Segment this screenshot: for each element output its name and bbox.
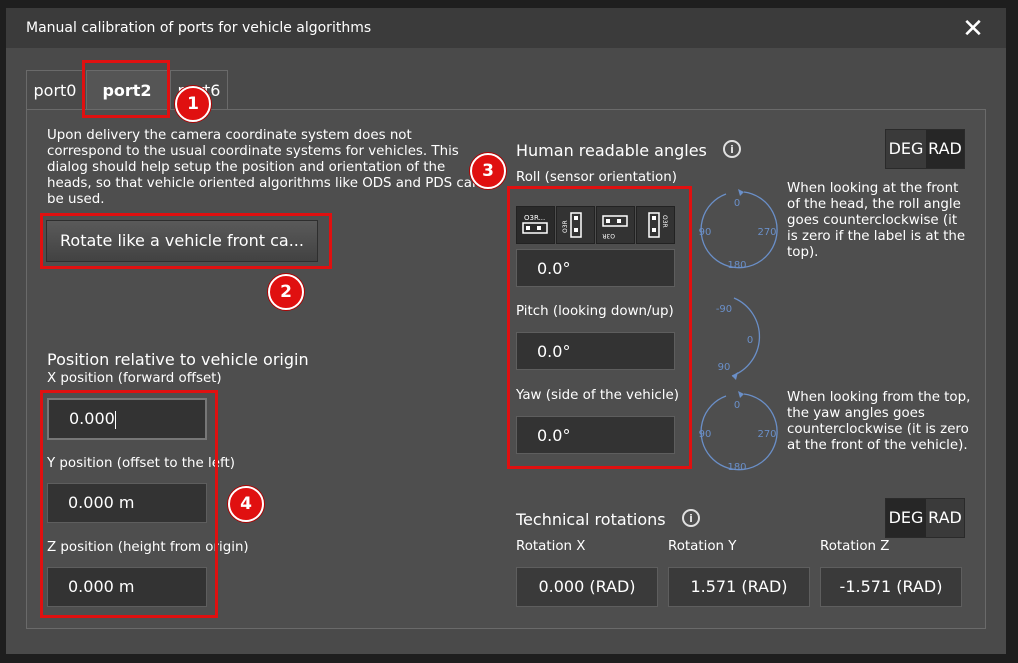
sensor-orientation-270-icon: O3R [648,212,668,238]
technical-rad-button[interactable]: RAD [926,499,964,537]
yaw-dial-270-label: 270 [757,429,776,440]
sensor-orientation-0-icon: O3R... [522,214,548,234]
y-position-value: 0.000 m [68,493,135,512]
yaw-dial-icon: 0 90 270 180 [699,391,778,473]
sensor-orientation-90-icon: O3R [562,212,582,238]
pitch-dial-0-label: 0 [747,335,753,346]
roll-dial-270-label: 270 [757,227,776,238]
roll-label: Roll (sensor orientation) [516,170,677,185]
calibration-dialog: Manual calibration of ports for vehicle … [6,8,1006,654]
pitch-value: 0.0° [537,342,571,361]
sensor-orientation-180-icon: O3R [602,215,628,239]
roll-value: 0.0° [537,259,571,278]
rotate-vehicle-front-button[interactable]: Rotate like a vehicle front ca... [46,220,318,262]
orientation-90-button[interactable]: O3R [556,206,595,244]
z-position-value: 0.000 m [68,577,135,596]
rotation-z-value: -1.571 (RAD) [839,577,943,596]
yaw-input[interactable]: 0.0° [516,416,675,454]
tab-port2-label: port2 [102,81,152,100]
x-position-label: X position (forward offset) [47,371,222,386]
info-icon[interactable]: i [723,140,741,158]
z-position-label: Z position (height from origin) [47,540,249,555]
yaw-dial-0-label: 0 [734,400,740,411]
tab-port0[interactable]: port0 [26,70,84,110]
text-cursor [114,410,116,429]
svg-text:O3R: O3R [661,215,668,228]
dialog-title: Manual calibration of ports for vehicle … [26,20,372,36]
yaw-description: When looking from the top, the yaw angle… [787,390,971,453]
title-bar: Manual calibration of ports for vehicle … [6,8,1006,48]
yaw-value: 0.0° [537,426,571,445]
yaw-dial-90-label: 90 [699,429,712,440]
roll-input[interactable]: 0.0° [516,249,675,287]
technical-info-icon[interactable]: i [682,509,700,527]
position-section-title: Position relative to vehicle origin [47,350,309,369]
angles-deg-button[interactable]: DEG [886,130,926,168]
orientation-180-button[interactable]: O3R [596,206,635,244]
technical-deg-button[interactable]: DEG [886,499,926,537]
y-position-label: Y position (offset to the left) [47,456,235,471]
annotation-badge-4: 4 [228,486,264,522]
x-position-input[interactable]: 0.000 [47,398,207,440]
tab-port2[interactable]: port2 [86,70,168,110]
orientation-0-text: O3R... [524,214,545,222]
svg-text:O3R: O3R [602,232,615,239]
annotation-badge-2: 2 [268,274,304,310]
pitch-dial-minus90-label: -90 [716,304,732,315]
intro-text: Upon delivery the camera coordinate syst… [47,128,481,207]
pitch-label: Pitch (looking down/up) [516,304,674,319]
annotation-badge-3: 3 [470,153,506,189]
roll-dial-90-label: 90 [699,227,712,238]
rotate-button-label: Rotate like a vehicle front ca... [60,231,304,250]
technical-section-title: Technical rotations [516,510,666,529]
annotation-badge-1: 1 [175,86,211,122]
orientation-270-button[interactable]: O3R [636,206,675,244]
rotation-x-field: 0.000 (RAD) [516,567,658,607]
rotation-x-value: 0.000 (RAD) [538,577,636,596]
roll-dial-0-label: 0 [734,198,740,209]
rotation-y-field: 1.571 (RAD) [668,567,810,607]
angles-rad-button[interactable]: RAD [926,130,964,168]
orientation-0-button[interactable]: O3R... [516,206,555,244]
svg-text:O3R: O3R [562,220,569,233]
pitch-dial-90-label: 90 [718,362,731,373]
close-icon[interactable]: ✕ [958,14,988,44]
roll-dial-icon: 0 90 270 180 [699,189,778,271]
z-position-input[interactable]: 0.000 m [47,567,207,607]
pitch-dial-icon: -90 0 90 [716,297,761,380]
angles-section-title: Human readable angles [516,141,707,160]
tab-port0-label: port0 [33,81,77,100]
rotation-z-field: -1.571 (RAD) [820,567,962,607]
y-position-input[interactable]: 0.000 m [47,483,207,523]
technical-unit-toggle[interactable]: DEG RAD [885,498,965,538]
x-position-value: 0.000 [69,409,115,428]
rotation-y-value: 1.571 (RAD) [690,577,788,596]
angles-unit-toggle[interactable]: DEG RAD [885,129,965,169]
rotation-x-label: Rotation X [516,539,586,554]
roll-dial-180-label: 180 [727,260,746,271]
roll-description: When looking at the front of the head, t… [787,181,966,260]
rotation-z-label: Rotation Z [820,539,890,554]
yaw-label: Yaw (side of the vehicle) [516,388,679,403]
rotation-y-label: Rotation Y [668,539,737,554]
pitch-input[interactable]: 0.0° [516,332,675,370]
yaw-dial-180-label: 180 [727,462,746,473]
